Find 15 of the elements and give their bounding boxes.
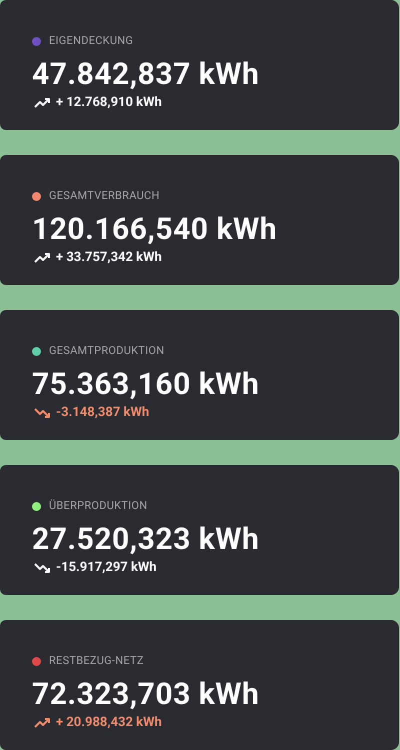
trend-value: -15.917,297 kWh [56, 559, 157, 578]
card-value: 27.520,323 kWh [32, 523, 260, 557]
card-label: EIGENDECKUNG [49, 32, 134, 49]
card-label: ÜBERPRODUKTION [49, 498, 148, 514]
card-value: 75.363,160 kWh [32, 368, 260, 402]
trend-value: -3.148,387 kWh [56, 404, 150, 422]
card-value: 120.166,540 kWh [32, 213, 278, 247]
trend-value: + 12.768,910 kWh [56, 94, 162, 112]
trend-value: + 20.988,432 kWh [56, 714, 162, 732]
card-label: GESAMTPRODUKTION [49, 342, 164, 359]
card-value: 72.323,703 kWh [32, 678, 260, 712]
trend-value: + 33.757,342 kWh [56, 249, 162, 268]
card-label: GESAMTVERBRAUCH [49, 188, 160, 204]
card-label: RESTBEZUG-NETZ [49, 652, 144, 669]
card-value: 47.842,837 kWh [32, 58, 260, 92]
